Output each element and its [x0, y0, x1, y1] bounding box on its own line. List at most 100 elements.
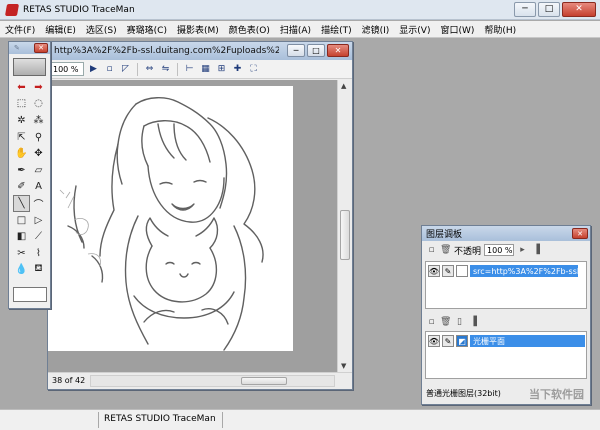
line-icon[interactable]: ╲: [13, 195, 30, 212]
menu-cel[interactable]: 赛璐珞(C): [122, 23, 172, 36]
move-icon[interactable]: ⇱: [13, 129, 30, 146]
vertical-scrollbar[interactable]: ▲ ▼: [337, 80, 352, 372]
document-window: http%3A%2F%2Fb-ssl.duitang.com%2Fuploads…: [47, 41, 353, 390]
grid-icon[interactable]: ▦: [199, 63, 212, 76]
layer-row[interactable]: 👁 ✎ ◩ 光栅平面: [426, 335, 586, 347]
polygon-icon[interactable]: ▷: [30, 212, 47, 229]
text-icon[interactable]: A: [30, 179, 47, 196]
menu-selection[interactable]: 选区(S): [81, 23, 122, 36]
document-toolbar: 100 % ▶ ▫ ◸ ⇔ ⇋ ⊢ ▦ ⊞ ✚ ⛶: [48, 60, 352, 79]
rectangle-icon[interactable]: □: [13, 212, 30, 229]
opacity-slider-icon[interactable]: ▸: [517, 245, 528, 255]
tool-palette-close-button[interactable]: ✕: [34, 43, 48, 53]
trash-icon[interactable]: 🗑: [440, 317, 451, 327]
frame-icon[interactable]: ⛶: [247, 63, 260, 76]
trash-icon[interactable]: 🗑: [440, 245, 451, 255]
close-button[interactable]: ✕: [562, 2, 596, 17]
menu-timesheet[interactable]: 摄影表(M): [172, 23, 224, 36]
hand-icon[interactable]: ✋: [13, 145, 30, 162]
minimize-button[interactable]: ─: [514, 2, 536, 17]
scroll-down-icon[interactable]: ▼: [341, 362, 346, 370]
layer-palette: 图层调板 ✕ ▫ 🗑 不透明 100 % ▸ ▐ 👁 ✎ src=http%3A…: [421, 225, 591, 405]
menu-color-chart[interactable]: 颜色表(O): [224, 23, 275, 36]
current-tool-preview[interactable]: [13, 58, 46, 76]
curve-icon[interactable]: ⌒: [30, 195, 47, 212]
layer-palette-close-button[interactable]: ✕: [572, 228, 588, 239]
magic-wand-icon[interactable]: ✲: [13, 112, 30, 129]
color-swatch[interactable]: [13, 287, 47, 302]
status-divider: [222, 412, 223, 428]
new-page-icon[interactable]: ▫: [103, 63, 116, 76]
zoom-icon[interactable]: ⚲: [30, 129, 47, 146]
raster-layer-icon: ◩: [456, 335, 468, 347]
gradient-icon[interactable]: ◧: [13, 228, 30, 245]
zoom-field[interactable]: 100 %: [50, 62, 84, 76]
opacity-end-icon[interactable]: ▐: [531, 245, 542, 255]
arrow-left-icon[interactable]: ⬅: [13, 79, 30, 96]
eraser-icon[interactable]: ▱: [30, 162, 47, 179]
fill-drop-icon[interactable]: 💧: [13, 262, 30, 279]
layer-options-row: ▫ 🗑 不透明 100 % ▸ ▐: [422, 241, 590, 259]
smudge-icon[interactable]: ⌇: [30, 245, 47, 262]
arrow-right-icon[interactable]: ➡: [30, 79, 47, 96]
tool-palette: ✎ ✕ ⬅ ➡ ⬚ ◌ ✲ ⁂ ⇱ ⚲ ✋ ✥ ✒ ▱ ✐ A ╲ ⌒ □ ▷ …: [8, 41, 51, 309]
layer-name[interactable]: 光栅平面: [470, 335, 585, 347]
layer-name[interactable]: src=http%3A%2F%2Fb-ssl.d: [470, 265, 578, 277]
scissors-icon[interactable]: ✂: [13, 245, 30, 262]
horizontal-scrollbar[interactable]: [90, 375, 335, 387]
brush-icon[interactable]: ✐: [13, 179, 30, 196]
eye-icon[interactable]: 👁: [428, 335, 440, 347]
horizontal-scroll-thumb[interactable]: [241, 377, 287, 385]
menu-help[interactable]: 帮助(H): [479, 23, 521, 36]
scroll-up-icon[interactable]: ▲: [341, 82, 346, 90]
tool-palette-title-bar[interactable]: ✎ ✕: [9, 42, 50, 54]
app-title-bar: RETAS STUDIO TraceMan ─ □ ✕: [0, 0, 600, 20]
page-curl-icon[interactable]: ◸: [119, 63, 132, 76]
stroke-icon[interactable]: ⟋: [30, 228, 47, 245]
new-layer-icon[interactable]: ▫: [426, 245, 437, 255]
layer-end-icon[interactable]: ▐: [468, 317, 479, 327]
line-art-illustration: [59, 97, 264, 351]
vertical-scroll-thumb[interactable]: [340, 210, 350, 260]
app-title: RETAS STUDIO TraceMan: [23, 4, 135, 15]
menu-scan[interactable]: 扫描(A): [275, 23, 316, 36]
cel-layer-list: 👁 ✎ src=http%3A%2F%2Fb-ssl.d: [425, 261, 587, 309]
fit-width-icon[interactable]: ⇔: [143, 63, 156, 76]
pan-icon[interactable]: ✥: [30, 145, 47, 162]
layer-palette-title-bar[interactable]: 图层调板 ✕: [422, 226, 590, 241]
status-text: RETAS STUDIO TraceMan: [104, 414, 216, 424]
pencil-icon[interactable]: ✎: [442, 335, 454, 347]
pin-icon[interactable]: ✎: [14, 44, 23, 52]
document-title-bar[interactable]: http%3A%2F%2Fb-ssl.duitang.com%2Fuploads…: [48, 42, 352, 60]
ruler-icon[interactable]: ⊢: [183, 63, 196, 76]
lasso-icon[interactable]: ◌: [30, 96, 47, 113]
eye-icon[interactable]: 👁: [428, 265, 440, 277]
layer-type-status: 普通光栅图层(32bit): [426, 389, 501, 398]
play-icon[interactable]: ▶: [87, 63, 100, 76]
canvas-area[interactable]: [48, 80, 338, 372]
field-guide-icon[interactable]: ⊞: [215, 63, 228, 76]
menu-window[interactable]: 窗口(W): [435, 23, 479, 36]
document-minimize-button[interactable]: ─: [287, 44, 305, 57]
menu-edit[interactable]: 编辑(E): [40, 23, 81, 36]
layer-lock-icon[interactable]: ▯: [454, 317, 465, 327]
pencil-icon[interactable]: ✎: [442, 265, 454, 277]
flip-icon[interactable]: ⇋: [159, 63, 172, 76]
maximize-button[interactable]: □: [538, 2, 560, 17]
crosshair-icon[interactable]: ✚: [231, 63, 244, 76]
new-layer-icon[interactable]: ▫: [426, 317, 437, 327]
menu-view[interactable]: 显示(V): [394, 23, 435, 36]
menu-filter[interactable]: 滤镜(I): [357, 23, 395, 36]
document-close-button[interactable]: ✕: [327, 44, 349, 57]
document-title: http%3A%2F%2Fb-ssl.duitang.com%2Fuploads…: [54, 46, 279, 56]
opacity-label: 不透明: [454, 246, 482, 257]
opacity-field[interactable]: 100 %: [484, 244, 515, 256]
document-maximize-button[interactable]: □: [307, 44, 325, 57]
pen-icon[interactable]: ✒: [13, 162, 30, 179]
layer-row[interactable]: 👁 ✎ src=http%3A%2F%2Fb-ssl.d: [426, 265, 586, 277]
color-select-icon[interactable]: ⁂: [30, 112, 47, 129]
menu-file[interactable]: 文件(F): [0, 23, 40, 36]
rect-select-icon[interactable]: ⬚: [13, 96, 30, 113]
bucket-icon[interactable]: ⛾: [30, 262, 47, 279]
menu-trace[interactable]: 描绘(T): [316, 23, 357, 36]
